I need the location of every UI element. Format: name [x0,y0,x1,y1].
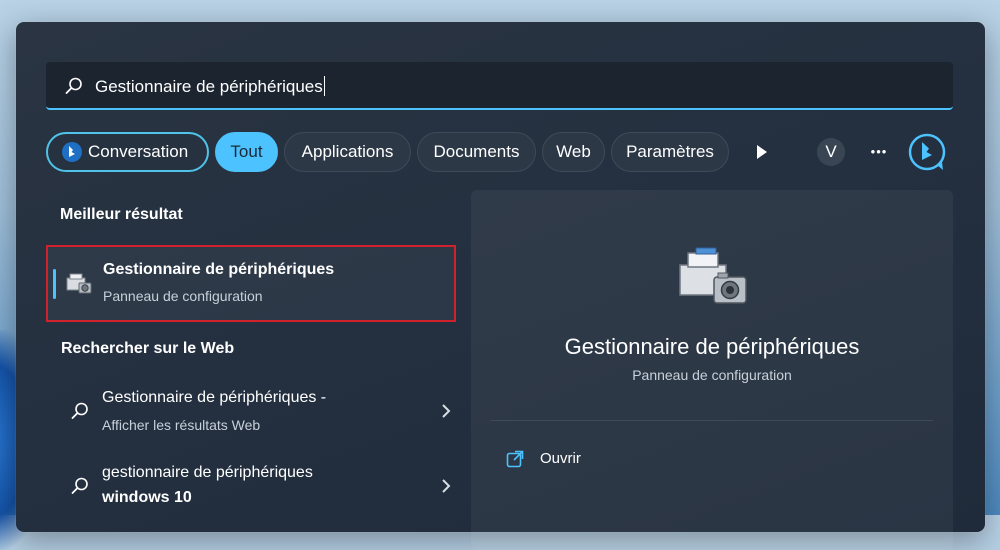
web-result-subtitle: windows 10 [102,489,192,506]
selection-indicator [53,269,56,299]
conversation-chip[interactable]: Conversation [46,132,209,172]
more-icon: ••• [870,144,888,159]
best-match-title: Gestionnaire de périphériques [103,261,335,278]
filter-label: Paramètres [626,142,714,161]
filter-label: Applications [301,142,394,161]
conversation-label: Conversation [88,142,189,161]
filter-applications[interactable]: Applications [284,132,411,172]
device-manager-icon [66,273,92,294]
filter-label: Documents [433,142,520,161]
best-match-result[interactable]: Gestionnaire de périphériques Panneau de… [46,245,456,322]
filter-documents[interactable]: Documents [417,132,536,172]
filter-label: Tout [230,142,263,161]
filter-label: Web [556,142,591,161]
bing-chat-icon [62,142,82,162]
web-search-heading: Rechercher sur le Web [61,340,235,357]
more-filters-button[interactable] [744,134,780,170]
filter-parametres[interactable]: Paramètres [611,132,729,172]
search-input[interactable]: Gestionnaire de périphériques [95,76,325,97]
best-match-heading: Meilleur résultat [60,206,183,223]
preview-subtitle: Panneau de configuration [632,367,792,383]
chevron-right-icon [442,479,451,493]
web-result-row[interactable]: gestionnaire de périphériques windows 10 [46,457,456,527]
search-query-text: Gestionnaire de périphériques [95,77,323,96]
divider [490,420,933,421]
preview-title: Gestionnaire de périphériques [564,334,860,359]
search-icon [71,402,88,419]
device-manager-icon [679,247,747,304]
open-external-icon [506,450,524,468]
open-action[interactable]: Ouvrir [540,450,581,467]
best-match-subtitle: Panneau de configuration [103,288,263,304]
web-result-title: gestionnaire de périphériques [102,464,313,481]
search-box[interactable]: Gestionnaire de périphériques [46,62,953,110]
web-result-subtitle: Afficher les résultats Web [102,417,261,433]
chevron-right-icon [442,404,451,418]
account-avatar[interactable]: V [817,138,845,166]
filter-web[interactable]: Web [542,132,605,172]
text-caret [323,76,325,96]
play-arrow-icon [757,144,767,159]
filter-tout[interactable]: Tout [215,132,278,172]
web-result-row[interactable]: Gestionnaire de périphériques - Afficher… [46,382,456,452]
search-icon [71,477,88,494]
web-result-title: Gestionnaire de périphériques - [102,389,327,406]
search-icon [65,77,82,94]
start-search-panel: Gestionnaire de périphériques Conversati… [16,22,985,550]
bing-icon[interactable] [907,132,947,172]
more-options-button[interactable]: ••• [861,134,897,170]
preview-pane: Gestionnaire de périphériques Panneau de… [471,190,953,550]
avatar-letter: V [825,142,837,161]
